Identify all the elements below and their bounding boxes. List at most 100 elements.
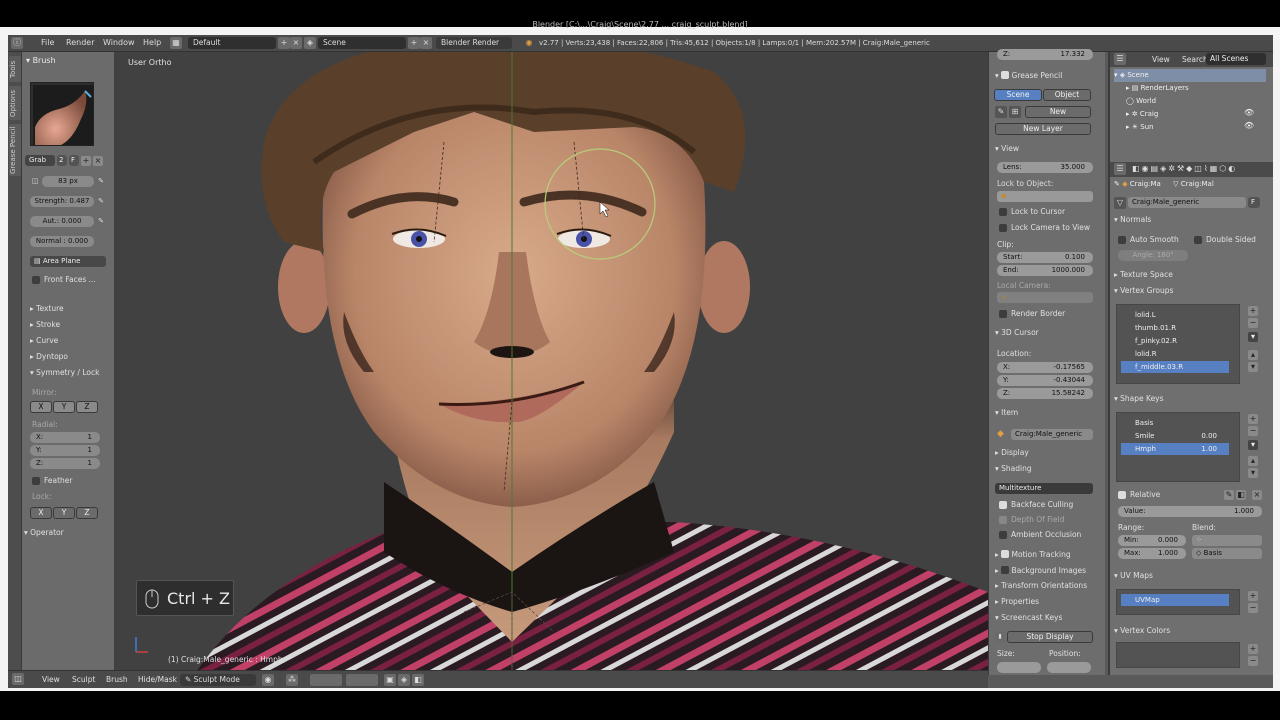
add-scene-icon[interactable]: + bbox=[408, 37, 420, 49]
vertex-color-list[interactable] bbox=[1116, 642, 1240, 668]
normals-panel[interactable]: ▾ Normals bbox=[1114, 215, 1151, 224]
tab-options[interactable]: Options bbox=[9, 86, 21, 120]
unlink-brush-button[interactable]: × bbox=[93, 156, 103, 166]
add-vertex-color-button[interactable]: + bbox=[1248, 644, 1258, 654]
background-images-panel[interactable]: ▸ Background Images bbox=[995, 565, 1086, 575]
mesh-data-icon[interactable]: ▽ bbox=[1114, 197, 1126, 209]
shape-key-list[interactable]: Basis Smile 0.00 Hmph 1.00 bbox=[1116, 412, 1240, 482]
scene-selector[interactable]: Scene bbox=[318, 37, 406, 49]
tab-tools[interactable]: Tools bbox=[9, 56, 21, 82]
lock-view-icon[interactable]: ◧ bbox=[412, 674, 424, 686]
relative-checkbox[interactable] bbox=[1118, 491, 1126, 499]
outliner-menu-view[interactable]: View bbox=[1152, 55, 1170, 64]
vertex-group-item[interactable]: lolid.R bbox=[1121, 348, 1229, 360]
shape-key-edit-button[interactable]: ◧ bbox=[1236, 490, 1246, 500]
add-uv-map-button[interactable]: + bbox=[1248, 591, 1258, 601]
mirror-z-toggle[interactable]: Z bbox=[76, 401, 98, 413]
vertex-group-item[interactable]: f_pinky.02.R bbox=[1121, 335, 1229, 347]
shape-key-item[interactable]: Basis bbox=[1121, 417, 1229, 429]
strength-field[interactable]: Strength: 0.487 bbox=[30, 196, 94, 207]
menu-hide-mask[interactable]: Hide/Mask bbox=[138, 675, 177, 684]
backface-culling-checkbox[interactable] bbox=[999, 501, 1007, 509]
shape-key-clear-button[interactable]: × bbox=[1252, 490, 1262, 500]
layout-selector[interactable]: Default bbox=[188, 37, 276, 49]
sculpt-plane-selector[interactable]: ▤ Area Plane bbox=[30, 256, 106, 267]
mesh-fake-user[interactable]: F bbox=[1248, 197, 1260, 208]
radius-pressure-icon[interactable]: ✎ bbox=[96, 176, 106, 186]
stop-display-button[interactable]: Stop Display bbox=[1007, 631, 1093, 643]
add-shape-key-button[interactable]: + bbox=[1248, 414, 1258, 424]
radial-z-field[interactable]: Z: 1 bbox=[30, 458, 100, 469]
render-preview-icon[interactable]: ▣ bbox=[384, 674, 396, 686]
layout-grid-icon[interactable]: ▦ bbox=[170, 37, 182, 49]
texture-space-panel[interactable]: ▸ Texture Space bbox=[1114, 270, 1173, 279]
cursor-z-field[interactable]: Z: 15.58242 bbox=[997, 388, 1093, 399]
gp-new-layer-button[interactable]: New Layer bbox=[995, 123, 1091, 135]
gp-new-button[interactable]: New bbox=[1025, 106, 1091, 118]
move-shape-key-down[interactable]: ▾ bbox=[1248, 468, 1258, 478]
cursor-panel[interactable]: ▾ 3D Cursor bbox=[995, 328, 1039, 337]
transform-orientations-panel[interactable]: ▸ Transform Orientations bbox=[995, 581, 1087, 590]
remove-vertex-color-button[interactable]: − bbox=[1248, 656, 1258, 666]
vertex-group-item-selected[interactable]: f_middle.03.R bbox=[1121, 361, 1229, 373]
uv-map-item-selected[interactable]: UVMap bbox=[1121, 594, 1229, 606]
remove-shape-key-button[interactable]: − bbox=[1248, 426, 1258, 436]
pivot-point-icon[interactable]: ⁂ bbox=[286, 674, 298, 686]
layer-buttons-group-1[interactable] bbox=[310, 674, 342, 686]
front-faces-checkbox[interactable] bbox=[32, 276, 40, 284]
symmetry-section[interactable]: ▾ Symmetry / Lock bbox=[30, 368, 99, 377]
add-vertex-group-button[interactable]: + bbox=[1248, 306, 1258, 316]
position-field[interactable] bbox=[1047, 662, 1091, 673]
outliner-item-world[interactable]: ◯ World bbox=[1126, 95, 1273, 108]
vertex-group-blend-field[interactable]: ⁘ bbox=[1192, 535, 1262, 546]
context-tabs-icons[interactable]: ◧◉▤◈✲⚒◆◫⌇▦⬡◐ bbox=[1132, 164, 1237, 173]
new-brush-button[interactable]: + bbox=[81, 156, 91, 166]
motion-tracking-checkbox[interactable] bbox=[1001, 550, 1010, 558]
local-camera-field[interactable]: ◆ bbox=[997, 292, 1093, 303]
mirror-y-toggle[interactable]: Y bbox=[53, 401, 75, 413]
visibility-eye-icon[interactable]: 👁 bbox=[1244, 108, 1254, 117]
grease-pencil-panel[interactable]: ▾ Grease Pencil bbox=[995, 70, 1062, 80]
view-panel[interactable]: ▾ View bbox=[995, 144, 1019, 153]
feather-checkbox[interactable] bbox=[32, 477, 40, 485]
item-name-field[interactable]: Craig:Male_generic bbox=[1011, 429, 1093, 440]
remove-layout-icon[interactable]: × bbox=[290, 37, 302, 49]
display-panel[interactable]: ▸ Display bbox=[995, 448, 1029, 457]
shape-key-item[interactable]: Smile 0.00 bbox=[1121, 430, 1229, 442]
menu-brush[interactable]: Brush bbox=[106, 675, 128, 684]
radial-y-field[interactable]: Y: 1 bbox=[30, 445, 100, 456]
radial-x-field[interactable]: X: 1 bbox=[30, 432, 100, 443]
lock-object-field[interactable]: ◆ bbox=[997, 191, 1093, 202]
operator-panel[interactable]: ▾ Operator bbox=[24, 528, 64, 537]
clip-start-field[interactable]: Start: 0.100 bbox=[997, 252, 1093, 263]
shading-mode-selector[interactable]: Multitexture bbox=[995, 483, 1093, 494]
brush-fake-user[interactable]: F bbox=[69, 155, 79, 166]
radius-unit-icon[interactable]: ◫ bbox=[30, 176, 40, 186]
editor-type-icon[interactable]: ⓘ bbox=[11, 37, 23, 49]
move-shape-key-up[interactable]: ▴ bbox=[1248, 456, 1258, 466]
lock-x-toggle[interactable]: X bbox=[30, 507, 52, 519]
texture-section[interactable]: ▸ Texture bbox=[30, 304, 64, 313]
shape-key-value[interactable]: 0.00 bbox=[1201, 430, 1217, 442]
lens-field[interactable]: Lens: 35.000 bbox=[997, 162, 1093, 173]
shape-key-item-selected[interactable]: Hmph 1.00 bbox=[1121, 443, 1229, 455]
layer-buttons-group-2[interactable] bbox=[346, 674, 378, 686]
lock-z-toggle[interactable]: Z bbox=[76, 507, 98, 519]
add-layout-icon[interactable]: + bbox=[278, 37, 290, 49]
vertex-group-item[interactable]: thumb.01.R bbox=[1121, 322, 1229, 334]
autosmooth-field[interactable]: Aut.: 0.000 bbox=[30, 216, 94, 227]
shading-panel[interactable]: ▾ Shading bbox=[995, 464, 1032, 473]
properties-editor-icon[interactable]: ☰ bbox=[1114, 163, 1126, 175]
double-sided-checkbox[interactable] bbox=[1194, 236, 1202, 244]
outliner-display-mode[interactable]: All Scenes bbox=[1206, 53, 1266, 65]
lock-y-toggle[interactable]: Y bbox=[53, 507, 75, 519]
radius-field[interactable]: 83 px bbox=[42, 176, 94, 187]
screencast-keys-panel[interactable]: ▾ Screencast Keys bbox=[995, 613, 1062, 622]
item-panel[interactable]: ▾ Item bbox=[995, 408, 1018, 417]
size-field[interactable] bbox=[997, 662, 1041, 673]
menu-view[interactable]: View bbox=[42, 675, 60, 684]
menu-render[interactable]: Render bbox=[66, 38, 94, 47]
move-vertex-group-up[interactable]: ▴ bbox=[1248, 350, 1258, 360]
menu-file[interactable]: File bbox=[41, 38, 54, 47]
curve-section[interactable]: ▸ Curve bbox=[30, 336, 58, 345]
